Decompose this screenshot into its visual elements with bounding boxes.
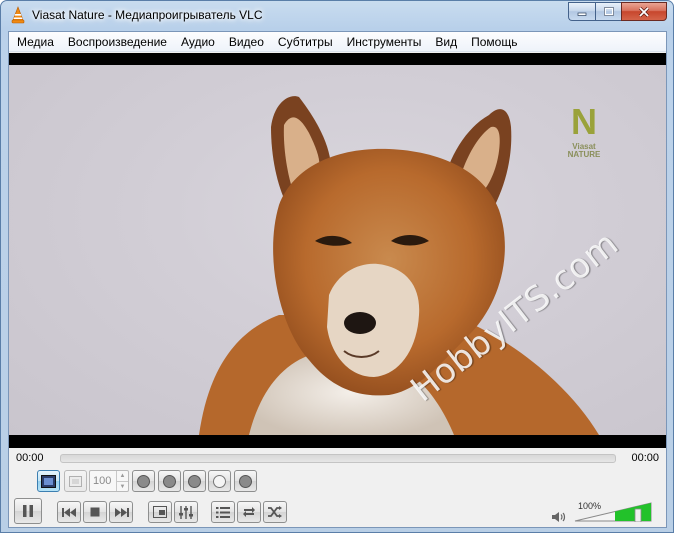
channel-logo-letter: N <box>571 102 597 142</box>
speaker-icon[interactable] <box>551 510 567 524</box>
maximize-icon <box>603 7 614 16</box>
menu-audio[interactable]: Аудио <box>174 32 222 52</box>
advanced-controls: 100 ▲ ▼ <box>9 469 666 493</box>
minimize-icon <box>577 12 587 16</box>
playlist-button[interactable] <box>211 501 235 523</box>
seek-slider[interactable] <box>60 454 616 463</box>
minimize-button[interactable] <box>568 2 595 21</box>
record-toggle-button[interactable] <box>37 470 60 492</box>
menu-help[interactable]: Помощь <box>464 32 524 52</box>
menu-subtitles[interactable]: Субтитры <box>271 32 340 52</box>
spin-up-icon[interactable]: ▲ <box>116 471 128 481</box>
previous-button[interactable] <box>57 501 81 523</box>
channel-logo-text: Viasat NATURE <box>567 142 601 159</box>
loop-ab-button[interactable] <box>132 470 155 492</box>
stop-icon <box>90 507 100 517</box>
shuffle-button[interactable] <box>263 501 287 523</box>
channel-logo-icon: N <box>571 101 597 142</box>
fullscreen-icon <box>153 506 167 518</box>
skip-back-icon <box>61 507 76 517</box>
speed-spinbox[interactable]: 100 ▲ ▼ <box>89 470 129 492</box>
skip-forward-icon <box>114 507 129 517</box>
fullscreen-video-icon <box>41 474 56 488</box>
circle-icon <box>137 474 150 488</box>
menu-media[interactable]: Медиа <box>10 32 61 52</box>
volume-fill <box>615 503 651 521</box>
volume-slider[interactable] <box>573 500 653 522</box>
circle-icon <box>188 474 201 488</box>
pause-icon <box>23 505 33 517</box>
gray-circle-button[interactable] <box>234 470 257 492</box>
vlc-cone-icon <box>11 6 25 24</box>
menu-tools[interactable]: Инструменты <box>340 32 429 52</box>
elapsed-time: 00:00 <box>16 452 44 464</box>
pause-button[interactable] <box>14 498 42 524</box>
snapshot-button[interactable] <box>64 470 87 492</box>
main-controls: 100% <box>9 496 666 526</box>
close-button[interactable] <box>621 2 667 21</box>
playlist-icon <box>216 506 230 518</box>
circle-icon <box>239 474 252 488</box>
menu-bar: Медиа Воспроизведение Аудио Видео Субтит… <box>9 32 666 52</box>
loop-button[interactable] <box>237 501 261 523</box>
fullscreen-button[interactable] <box>148 501 172 523</box>
next-button[interactable] <box>109 501 133 523</box>
maximize-button[interactable] <box>595 2 621 21</box>
extended-settings-button[interactable] <box>174 501 198 523</box>
total-time: 00:00 <box>631 452 659 464</box>
menu-playback[interactable]: Воспроизведение <box>61 32 174 52</box>
record-button[interactable] <box>183 470 206 492</box>
spin-down-icon[interactable]: ▼ <box>116 481 128 491</box>
equalizer-icon <box>179 505 193 519</box>
shuffle-icon <box>268 506 282 518</box>
channel-logo: N Viasat NATURE <box>564 101 604 159</box>
menu-view[interactable]: Вид <box>428 32 464 52</box>
seek-row: 00:00 00:00 <box>9 449 666 469</box>
volume-handle <box>634 508 642 522</box>
circle-outline-icon <box>213 474 226 488</box>
circle-icon <box>163 474 176 488</box>
repeat-icon <box>243 507 255 517</box>
snapshot-icon <box>69 475 82 487</box>
close-icon <box>638 6 650 17</box>
window-title: Viasat Nature - Медиапроигрыватель VLC <box>32 8 263 22</box>
empty-circle-button[interactable] <box>208 470 231 492</box>
speed-value: 100 <box>93 475 112 487</box>
stop-button[interactable] <box>83 501 107 523</box>
title-bar[interactable]: Viasat Nature - Медиапроигрыватель VLC <box>1 1 673 31</box>
menu-video[interactable]: Видео <box>222 32 271 52</box>
frame-step-button[interactable] <box>158 470 181 492</box>
